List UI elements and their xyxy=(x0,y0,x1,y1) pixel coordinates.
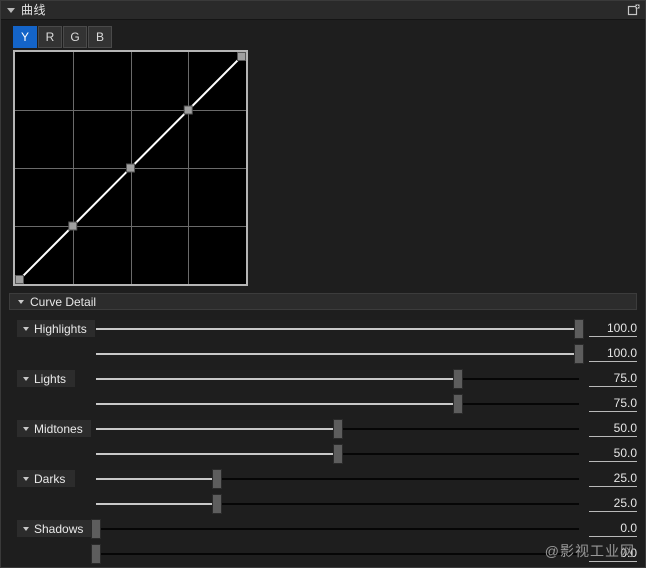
slider-midtones-2[interactable] xyxy=(96,443,579,465)
slider-fill xyxy=(96,478,217,480)
group-toggle-shadows[interactable]: Shadows xyxy=(17,520,92,537)
group-toggle-darks[interactable]: Darks xyxy=(17,470,75,487)
slider-value-lights-1[interactable]: 75.0 xyxy=(589,371,637,387)
group-label-darks: Darks xyxy=(34,471,66,486)
group-toggle-lights[interactable]: Lights xyxy=(17,370,75,387)
curve-group-shadows: Shadows 0.0 0.0 xyxy=(1,514,645,564)
tab-channel-g[interactable]: G xyxy=(63,26,87,48)
slider-handle[interactable] xyxy=(211,469,222,489)
curve-control-point[interactable] xyxy=(237,52,246,61)
slider-shadows-2[interactable] xyxy=(91,543,579,565)
slider-fill xyxy=(96,378,459,380)
slider-row-shadows-1: 0.0 xyxy=(91,517,637,541)
slider-value-darks-1[interactable]: 25.0 xyxy=(589,471,637,487)
slider-row-lights-2: 75.0 xyxy=(96,392,637,416)
curve-detail-section-header[interactable]: Curve Detail xyxy=(9,293,637,310)
curve-group-darks: Darks 25.0 25.0 xyxy=(1,464,645,514)
slider-value-highlights-2[interactable]: 100.0 xyxy=(589,346,637,362)
triangle-down-icon[interactable] xyxy=(7,7,15,13)
slider-value-lights-2[interactable]: 75.0 xyxy=(589,396,637,412)
add-node-icon[interactable] xyxy=(626,2,642,18)
triangle-down-icon xyxy=(23,376,29,381)
slider-midtones-1[interactable] xyxy=(96,418,579,440)
slider-darks-1[interactable] xyxy=(96,468,579,490)
group-toggle-midtones[interactable]: Midtones xyxy=(17,420,91,437)
slider-handle[interactable] xyxy=(453,369,464,389)
slider-track xyxy=(96,528,579,530)
slider-handle[interactable] xyxy=(211,494,222,514)
group-label-highlights: Highlights xyxy=(34,321,87,336)
slider-handle[interactable] xyxy=(453,394,464,414)
curve-group-midtones: Midtones 50.0 50.0 xyxy=(1,414,645,464)
slider-value-midtones-2[interactable]: 50.0 xyxy=(589,446,637,462)
slider-handle[interactable] xyxy=(91,519,101,539)
slider-fill xyxy=(96,503,217,505)
slider-row-highlights-2: 100.0 xyxy=(96,342,637,366)
slider-fill xyxy=(96,453,338,455)
group-toggle-highlights[interactable]: Highlights xyxy=(17,320,95,337)
slider-fill xyxy=(96,428,338,430)
tab-channel-r-label: R xyxy=(45,30,55,44)
slider-handle[interactable] xyxy=(332,444,343,464)
triangle-down-icon xyxy=(23,326,29,331)
slider-track xyxy=(96,553,579,555)
slider-handle[interactable] xyxy=(91,544,101,564)
tab-channel-b-label: B xyxy=(95,30,104,44)
slider-fill xyxy=(96,328,579,330)
curve-control-point[interactable] xyxy=(183,105,193,115)
slider-darks-2[interactable] xyxy=(96,493,579,515)
slider-value-shadows-1[interactable]: 0.0 xyxy=(589,521,637,537)
group-label-shadows: Shadows xyxy=(34,521,84,536)
slider-row-darks-2: 25.0 xyxy=(96,492,637,516)
curve-control-point[interactable] xyxy=(68,221,78,231)
curve-editor[interactable] xyxy=(13,50,248,286)
curve-group-highlights: Highlights 100.0 100.0 xyxy=(1,314,645,364)
tab-channel-r[interactable]: R xyxy=(38,26,62,48)
slider-lights-1[interactable] xyxy=(96,368,579,390)
panel-title: 曲线 xyxy=(21,3,47,17)
slider-highlights-2[interactable] xyxy=(96,343,584,365)
slider-row-lights-1: 75.0 xyxy=(96,367,637,391)
slider-row-darks-1: 25.0 xyxy=(96,467,637,491)
tab-channel-b[interactable]: B xyxy=(88,26,112,48)
group-label-midtones: Midtones xyxy=(34,421,83,436)
triangle-down-icon xyxy=(23,476,29,481)
panel-titlebar: 曲线 xyxy=(1,1,645,20)
group-label-lights: Lights xyxy=(34,371,67,386)
curve-editor-container xyxy=(1,50,645,286)
slider-value-highlights-1[interactable]: 100.0 xyxy=(589,321,637,337)
curves-panel: 曲线 Y R G B Curve Detail Highlights 100.0… xyxy=(0,0,646,568)
tab-channel-g-label: G xyxy=(70,30,80,44)
slider-lights-2[interactable] xyxy=(96,393,579,415)
channel-tab-bar: Y R G B xyxy=(1,20,645,50)
curve-detail-label: Curve Detail xyxy=(30,294,97,309)
curve-control-point[interactable] xyxy=(15,275,24,284)
slider-handle[interactable] xyxy=(574,344,584,364)
titlebar-actions xyxy=(626,2,642,18)
slider-value-midtones-1[interactable]: 50.0 xyxy=(589,421,637,437)
tab-channel-y-label: Y xyxy=(20,30,29,44)
slider-row-midtones-1: 50.0 xyxy=(96,417,637,441)
slider-row-midtones-2: 50.0 xyxy=(96,442,637,466)
slider-shadows-1[interactable] xyxy=(91,518,579,540)
slider-highlights-1[interactable] xyxy=(96,318,584,340)
triangle-down-icon xyxy=(23,526,29,531)
slider-row-highlights-1: 100.0 xyxy=(96,317,637,341)
slider-handle[interactable] xyxy=(574,319,584,339)
slider-value-darks-2[interactable]: 25.0 xyxy=(589,496,637,512)
slider-row-shadows-2: 0.0 xyxy=(91,542,637,566)
curve-control-point[interactable] xyxy=(126,163,135,173)
triangle-down-icon xyxy=(23,426,29,431)
tab-channel-y[interactable]: Y xyxy=(13,26,37,48)
curve-group-lights: Lights 75.0 75.0 xyxy=(1,364,645,414)
slider-fill xyxy=(96,353,579,355)
slider-handle[interactable] xyxy=(332,419,343,439)
triangle-down-icon xyxy=(18,299,24,304)
slider-fill xyxy=(96,403,459,405)
slider-value-shadows-2[interactable]: 0.0 xyxy=(589,546,637,562)
curve-detail-groups: Highlights 100.0 100.0 Lights 75.0 75.0 Midton… xyxy=(1,310,645,567)
